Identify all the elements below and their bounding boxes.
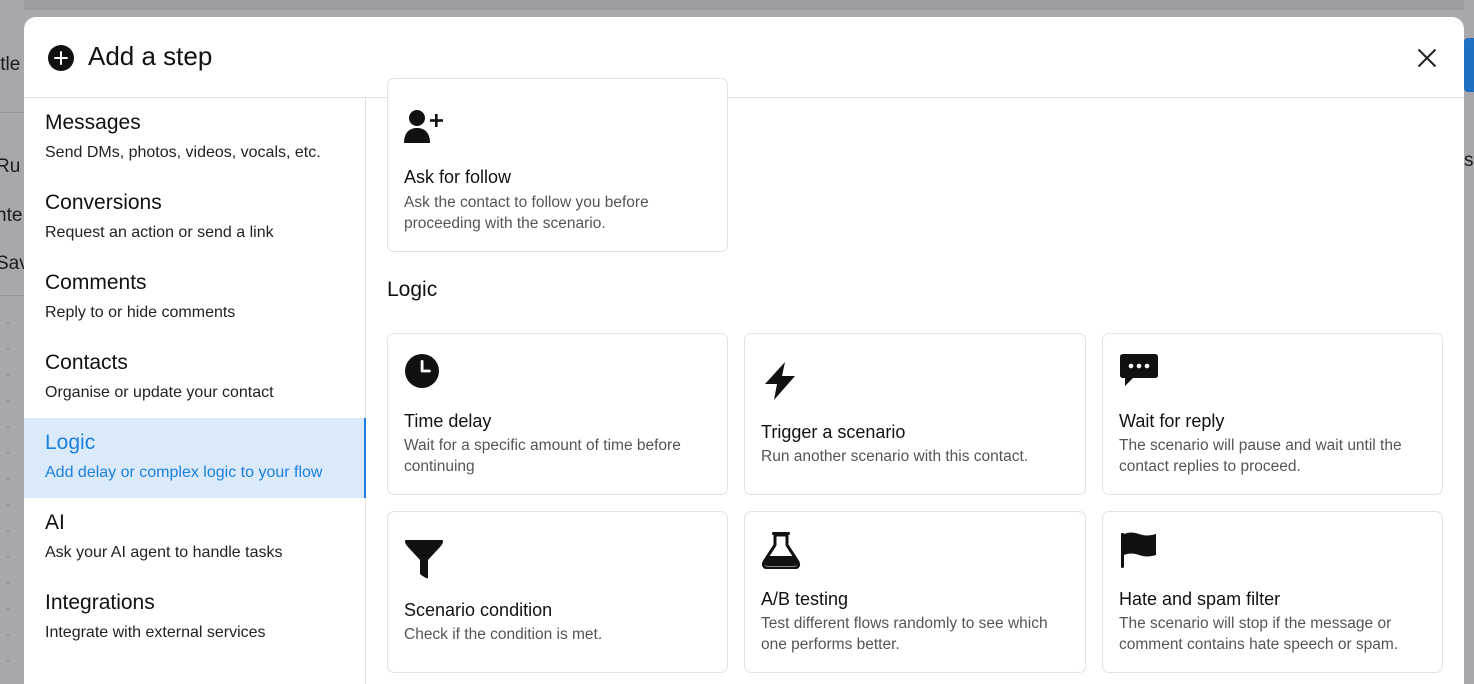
step-card-time-delay[interactable]: Time delay Wait for a specific amount of…	[387, 333, 728, 495]
background-text: itle	[0, 54, 21, 75]
sidebar-item-conversions[interactable]: Conversions Request an action or send a …	[24, 178, 365, 258]
card-desc: Wait for a specific amount of time befor…	[404, 437, 681, 475]
step-card-trigger-scenario[interactable]: Trigger a scenario Run another scenario …	[744, 333, 1086, 495]
sidebar-item-desc: Add delay or complex logic to your flow	[45, 464, 323, 481]
sidebar-item-title: Messages	[45, 111, 141, 134]
sidebar-item-title: Contacts	[45, 351, 128, 374]
clock-icon	[405, 354, 439, 388]
close-button[interactable]	[1414, 44, 1440, 70]
sidebar-item-comments[interactable]: Comments Reply to or hide comments	[24, 258, 365, 338]
step-card-wait-for-reply[interactable]: Wait for reply The scenario will pause a…	[1102, 333, 1443, 495]
sidebar-item-contacts[interactable]: Contacts Organise or update your contact	[24, 338, 365, 418]
user-plus-icon	[404, 110, 443, 143]
sidebar-item-title: Integrations	[45, 591, 155, 614]
sidebar-item-title: Comments	[45, 271, 147, 294]
card-title: Ask for follow	[404, 167, 512, 187]
sidebar-item-desc: Reply to or hide comments	[45, 304, 236, 321]
modal-header: Add a step	[24, 17, 1464, 98]
card-title: Trigger a scenario	[761, 422, 906, 442]
add-step-modal: Add a step Messages Send DMs, photos, vi…	[24, 17, 1464, 684]
background-right-panel	[1464, 0, 1474, 684]
sidebar-item-desc: Organise or update your contact	[45, 384, 274, 401]
background-divider	[0, 295, 24, 296]
bolt-icon	[765, 362, 795, 400]
background-left-panel	[0, 0, 24, 684]
background-divider	[0, 112, 24, 113]
sidebar-item-title: Conversions	[45, 191, 162, 214]
steps-content: Ask for follow Ask the contact to follow…	[366, 78, 1464, 684]
sidebar-item-title: Logic	[45, 431, 96, 454]
card-desc: The scenario will pause and wait until t…	[1119, 437, 1402, 475]
background-text: nte	[0, 205, 23, 226]
sidebar-item-logic[interactable]: Logic Add delay or complex logic to your…	[24, 418, 366, 498]
background-text: s	[1464, 150, 1474, 171]
section-title-logic: Logic	[387, 278, 438, 301]
flask-icon	[761, 532, 801, 569]
plus-circle-icon	[48, 45, 74, 71]
sidebar-item-desc: Integrate with external services	[45, 624, 266, 641]
chat-bubble-icon	[1120, 354, 1158, 386]
step-card-ab-testing[interactable]: A/B testing Test different flows randoml…	[744, 511, 1086, 673]
card-title: Wait for reply	[1119, 411, 1225, 431]
sidebar-item-desc: Request an action or send a link	[45, 224, 274, 241]
filter-icon	[405, 540, 443, 579]
sidebar-item-ai[interactable]: AI Ask your AI agent to handle tasks	[24, 498, 365, 578]
background-topbar	[0, 0, 1474, 10]
background-text: Ru	[0, 156, 21, 177]
card-title: Time delay	[404, 411, 492, 431]
background-dots	[6, 310, 10, 680]
card-title: Hate and spam filter	[1119, 589, 1281, 609]
sidebar-item-messages[interactable]: Messages Send DMs, photos, videos, vocal…	[24, 98, 365, 178]
card-desc: Test different flows randomly to see whi…	[761, 615, 1048, 653]
card-desc: Run another scenario with this contact.	[761, 448, 1029, 465]
card-title: Scenario condition	[404, 600, 553, 620]
step-card-ask-for-follow[interactable]: Ask for follow Ask the contact to follow…	[387, 78, 728, 252]
sidebar-item-desc: Send DMs, photos, videos, vocals, etc.	[45, 144, 321, 161]
flag-icon	[1121, 532, 1156, 568]
card-title: A/B testing	[761, 589, 849, 609]
category-sidebar: Messages Send DMs, photos, videos, vocal…	[24, 98, 366, 684]
sidebar-item-integrations[interactable]: Integrations Integrate with external ser…	[24, 578, 365, 658]
card-desc: Ask the contact to follow you before pro…	[404, 194, 649, 232]
background-primary-button	[1464, 38, 1474, 92]
card-desc: The scenario will stop if the message or…	[1119, 615, 1399, 653]
step-card-scenario-condition[interactable]: Scenario condition Check if the conditio…	[387, 511, 728, 673]
step-card-hate-spam-filter[interactable]: Hate and spam filter The scenario will s…	[1102, 511, 1443, 673]
card-desc: Check if the condition is met.	[404, 626, 603, 643]
modal-title: Add a step	[88, 41, 213, 71]
sidebar-item-title: AI	[45, 511, 65, 534]
sidebar-item-desc: Ask your AI agent to handle tasks	[45, 544, 283, 561]
